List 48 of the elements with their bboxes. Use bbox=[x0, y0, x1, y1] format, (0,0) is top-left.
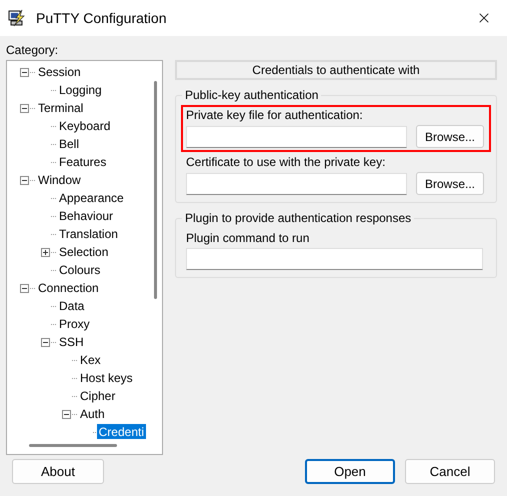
tree-item[interactable]: Colours bbox=[57, 262, 102, 278]
browse-button[interactable]: Browse... bbox=[416, 125, 484, 148]
tree-item[interactable]: Credenti bbox=[96, 424, 146, 439]
collapse-icon[interactable] bbox=[20, 284, 29, 292]
input-field[interactable] bbox=[186, 248, 483, 270]
tree-item[interactable]: Data bbox=[57, 298, 86, 314]
field-label: Plugin command to run bbox=[186, 230, 310, 246]
tree-item[interactable]: Cipher bbox=[78, 388, 118, 404]
window-title: PuTTY Configuration bbox=[36, 8, 166, 28]
field-label: Private key file for authentication: bbox=[186, 107, 364, 123]
expand-icon[interactable] bbox=[41, 248, 50, 256]
tree-item[interactable]: Behaviour bbox=[57, 208, 116, 224]
tree-item[interactable]: Appearance bbox=[57, 190, 126, 206]
browse-button[interactable]: Browse... bbox=[416, 172, 484, 195]
tree-item[interactable]: Bell bbox=[57, 136, 82, 152]
tree-item[interactable]: Selection bbox=[57, 244, 110, 260]
vertical-scrollbar[interactable] bbox=[154, 81, 157, 299]
dialog-button[interactable]: Cancel bbox=[405, 459, 495, 484]
group-title: Public-key authentication bbox=[182, 87, 322, 103]
collapse-icon[interactable] bbox=[20, 68, 29, 76]
horizontal-scrollbar[interactable] bbox=[29, 444, 117, 447]
input-field[interactable] bbox=[186, 172, 407, 194]
tree-item[interactable]: Features bbox=[57, 154, 108, 170]
app-icon bbox=[8, 9, 26, 27]
group-title: Plugin to provide authentication responses bbox=[182, 210, 414, 226]
tree-item[interactable]: Logging bbox=[57, 82, 104, 98]
collapse-icon[interactable] bbox=[62, 410, 71, 418]
field-label: Certificate to use with the private key: bbox=[186, 154, 386, 170]
tree-item[interactable]: Kex bbox=[78, 352, 103, 368]
tree-item[interactable]: Host keys bbox=[78, 370, 135, 386]
tree-item[interactable]: SSH bbox=[57, 334, 86, 350]
tree-item[interactable]: Proxy bbox=[57, 316, 92, 332]
tree-item[interactable]: Terminal bbox=[36, 100, 86, 116]
tree-item[interactable]: Window bbox=[36, 172, 83, 188]
dialog-button[interactable]: Open bbox=[305, 459, 395, 484]
tree-item[interactable]: Keyboard bbox=[57, 118, 112, 134]
tree-item[interactable]: Auth bbox=[78, 406, 107, 422]
tree-item[interactable]: Translation bbox=[57, 226, 120, 242]
tree-item[interactable]: Connection bbox=[36, 280, 101, 296]
tree-item[interactable]: Session bbox=[36, 64, 83, 80]
collapse-icon[interactable] bbox=[41, 338, 50, 346]
input-field[interactable] bbox=[186, 126, 407, 148]
collapse-icon[interactable] bbox=[20, 176, 29, 184]
dialog-button[interactable]: About bbox=[12, 459, 104, 484]
collapse-icon[interactable] bbox=[20, 104, 29, 112]
category-label: Category: bbox=[6, 42, 60, 58]
category-tree[interactable]: Session Logging Terminal Keyboard Bell Features Window Appearance Behaviour Translation Selection Colours Connection Data Proxy SSH Kex Host keys Cipher Auth Credenti bbox=[6, 60, 163, 455]
panel-header: Credentials to authenticate with bbox=[175, 60, 497, 80]
